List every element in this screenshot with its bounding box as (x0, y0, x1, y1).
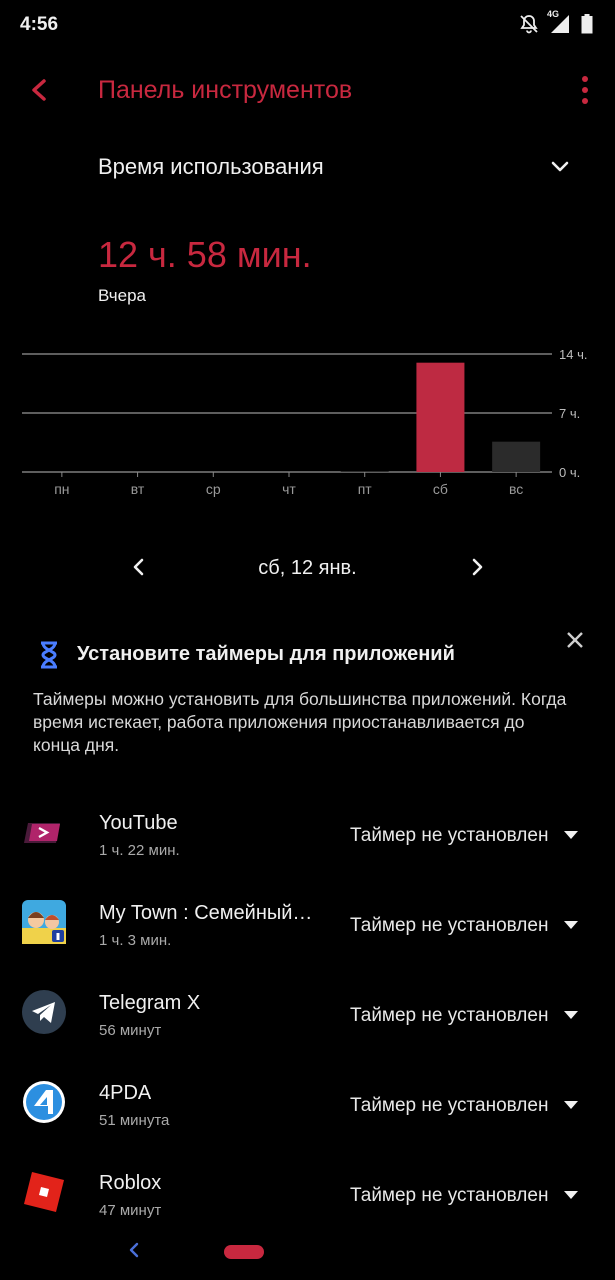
date-navigator: сб, 12 янв. (0, 548, 615, 588)
app-name: Roblox (99, 1172, 162, 1194)
list-item[interactable]: Telegram X 56 минут Таймер не установлен (0, 970, 615, 1060)
timer-label: Таймер не установлен (350, 1005, 549, 1026)
x-tick-label: пн (54, 481, 69, 497)
chart-bar-вс[interactable] (492, 441, 541, 472)
battery-icon (581, 14, 593, 34)
status-time: 4:56 (20, 14, 59, 35)
app-name: Telegram X (99, 992, 201, 1014)
roblox-app-icon (24, 1172, 64, 1212)
dropdown-caret-icon (564, 921, 578, 929)
total-usage-time: 12 ч. 58 мин. (98, 234, 312, 275)
timer-label: Таймер не установлен (350, 825, 549, 846)
y-tick-label: 7 ч. (559, 406, 580, 421)
app-timers-card: Установите таймеры для приложений Таймер… (0, 620, 615, 770)
timer-dropdown[interactable]: Таймер не установлен (340, 1090, 600, 1122)
app-bar: Панель инструментов (0, 60, 615, 120)
dropdown-caret-icon (564, 1101, 578, 1109)
nav-back-icon[interactable] (124, 1238, 144, 1262)
my-town-app-icon (22, 900, 66, 944)
y-tick-label: 0 ч. (559, 465, 580, 480)
network-type-label: 4G (547, 9, 560, 19)
status-bar: 4:56 4G (0, 0, 615, 50)
timer-label: Таймер не установлен (350, 915, 549, 936)
usage-bar-chart[interactable]: 14 ч. 7 ч. 0 ч. пн вт ср чт пт сб вс (0, 330, 615, 510)
app-usage-list: YouTube 1 ч. 22 мин. Таймер не установле… (0, 790, 615, 1240)
app-usage: 1 ч. 3 мин. (99, 932, 172, 949)
status-icons: 4G (519, 9, 593, 34)
app-usage: 47 минут (99, 1202, 162, 1219)
timer-dropdown[interactable]: Таймер не установлен (340, 820, 600, 852)
page-title: Панель инструментов (98, 76, 353, 104)
timer-dropdown[interactable]: Таймер не установлен (340, 1000, 600, 1032)
app-usage: 51 минута (99, 1112, 170, 1129)
back-button[interactable] (24, 74, 56, 106)
chart-bar-пт[interactable] (340, 471, 389, 472)
list-item[interactable]: My Town : Семейный… 1 ч. 3 мин. Таймер н… (0, 880, 615, 970)
list-item[interactable]: 4PDA 51 минута Таймер не установлен (0, 1060, 615, 1150)
promo-description: Таймеры можно установить для большинства… (33, 689, 567, 755)
app-name: YouTube (99, 812, 178, 834)
nav-home-pill[interactable] (224, 1245, 264, 1259)
more-options-button[interactable] (573, 72, 597, 108)
dropdown-caret-icon (564, 1011, 578, 1019)
chevron-right-icon[interactable] (462, 552, 492, 582)
selected-date: сб, 12 янв. (258, 557, 357, 579)
app-usage: 56 минут (99, 1022, 162, 1039)
youtube-app-icon (24, 823, 60, 843)
back-arrow-icon (32, 79, 46, 101)
timer-label: Таймер не установлен (350, 1185, 549, 1206)
more-vert-icon (582, 76, 588, 82)
signal-icon: 4G (547, 9, 571, 34)
x-tick-label: вт (131, 481, 145, 497)
usage-type-label: Время использования (98, 154, 324, 179)
x-tick-label: пт (358, 481, 373, 497)
x-tick-label: ср (206, 481, 221, 497)
usage-type-dropdown[interactable]: Время использования (0, 140, 615, 194)
x-tick-label: сб (433, 481, 448, 497)
dropdown-caret-icon (564, 1191, 578, 1199)
bell-off-icon (520, 15, 538, 34)
x-tick-label: чт (282, 481, 296, 497)
summary-day: Вчера (98, 286, 146, 305)
hourglass-icon (41, 641, 57, 669)
4pda-app-icon (23, 1081, 65, 1123)
app-usage: 1 ч. 22 мин. (99, 842, 180, 859)
timer-dropdown[interactable]: Таймер не установлен (340, 1180, 600, 1212)
telegram-app-icon (22, 990, 66, 1034)
chart-bar-сб[interactable] (416, 362, 465, 472)
list-item[interactable]: YouTube 1 ч. 22 мин. Таймер не установле… (0, 790, 615, 880)
timer-label: Таймер не установлен (350, 1095, 549, 1116)
app-name: My Town : Семейный… (99, 902, 313, 924)
system-nav-bar (0, 1224, 615, 1280)
chevron-down-icon (551, 161, 569, 172)
app-name: 4PDA (99, 1082, 152, 1104)
promo-title: Установите таймеры для приложений (77, 643, 455, 665)
close-icon[interactable] (563, 628, 587, 652)
x-tick-label: вс (509, 481, 523, 497)
y-tick-label: 14 ч. (559, 347, 587, 362)
timer-dropdown[interactable]: Таймер не установлен (340, 910, 600, 942)
dropdown-caret-icon (564, 831, 578, 839)
